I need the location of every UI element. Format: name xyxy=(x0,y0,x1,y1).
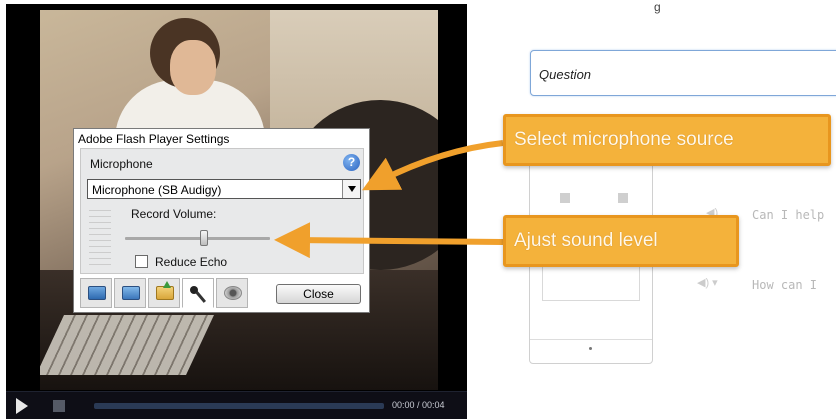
header-text-fragment: g xyxy=(654,0,661,14)
speaker-icon: ◀) ▾ xyxy=(697,277,718,289)
record-volume-slider[interactable] xyxy=(125,230,270,246)
settings-tab-bar: Close xyxy=(80,278,364,310)
time-display: 00:00 / 00:04 xyxy=(392,400,445,410)
tab-privacy[interactable] xyxy=(80,278,112,308)
microphone-select-value: Microphone (SB Audigy) xyxy=(92,183,222,197)
flash-settings-dialog: Adobe Flash Player Settings Microphone ?… xyxy=(73,128,370,313)
player-control-bar: 00:00 / 00:04 xyxy=(6,391,467,419)
microphone-icon xyxy=(190,286,208,300)
preview-icon-left xyxy=(560,193,570,203)
reduce-echo-checkbox[interactable] xyxy=(135,255,148,268)
record-volume-slider-thumb[interactable] xyxy=(200,230,208,246)
close-button[interactable]: Close xyxy=(276,284,361,304)
preview-icon-right xyxy=(618,193,628,203)
camera-icon xyxy=(224,286,242,300)
activity-meter xyxy=(89,205,111,269)
chevron-down-icon[interactable] xyxy=(342,180,360,198)
record-volume-label: Record Volume: xyxy=(131,207,217,221)
callout-adjust-sound: Ajust sound level xyxy=(503,215,739,267)
play-icon[interactable] xyxy=(14,398,28,414)
microphone-label: Microphone xyxy=(90,157,153,171)
question-field-container xyxy=(530,50,836,96)
local-storage-folder-icon xyxy=(156,281,174,300)
stop-icon[interactable] xyxy=(53,400,65,412)
callout-select-microphone: Select microphone source xyxy=(503,114,831,166)
seek-bar[interactable] xyxy=(94,403,384,409)
tab-storage[interactable] xyxy=(114,278,146,308)
suggestion-text-2: How can I xyxy=(752,278,818,292)
tab-local-storage[interactable] xyxy=(148,278,180,308)
storage-monitor-icon xyxy=(122,286,140,300)
tab-microphone[interactable] xyxy=(182,278,214,308)
microphone-select[interactable]: Microphone (SB Audigy) xyxy=(87,179,361,199)
privacy-monitor-icon xyxy=(88,286,106,300)
tab-camera[interactable] xyxy=(216,278,248,308)
microphone-panel: Microphone ? Microphone (SB Audigy) Reco… xyxy=(80,148,364,274)
video-person-face xyxy=(170,40,216,95)
video-keyboard xyxy=(40,315,214,375)
preview-divider xyxy=(530,339,652,340)
help-icon[interactable]: ? xyxy=(343,154,360,171)
dialog-title: Adobe Flash Player Settings xyxy=(78,132,230,146)
reduce-echo-label: Reduce Echo xyxy=(155,255,228,269)
question-input[interactable] xyxy=(539,64,829,84)
preview-home-dot xyxy=(589,347,592,350)
suggestion-text-1: Can I help xyxy=(752,208,825,222)
